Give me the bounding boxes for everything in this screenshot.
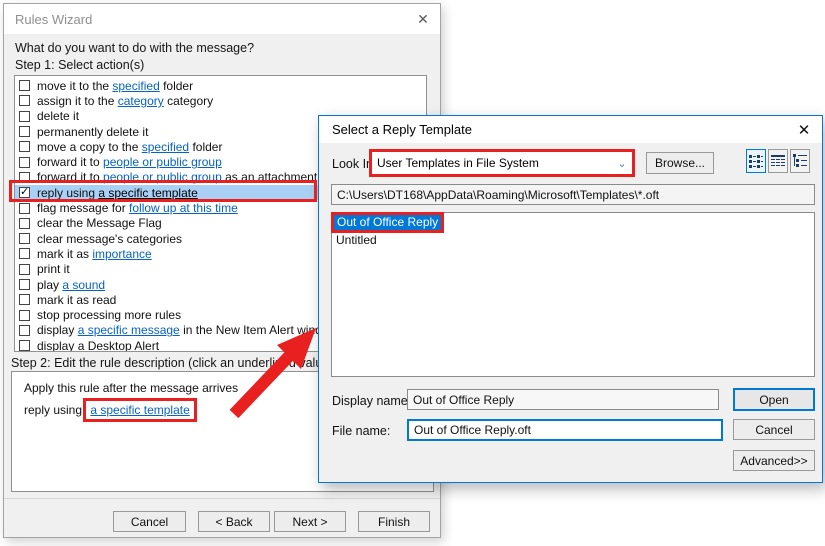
action-link[interactable]: category (118, 94, 164, 108)
rules-wizard-title: Rules Wizard (4, 12, 406, 27)
action-link[interactable]: a sound (62, 278, 105, 292)
action-label: permanently delete it (37, 125, 148, 139)
step1-label: Step 1: Select action(s) (15, 58, 144, 72)
action-label: clear the Message Flag (37, 216, 162, 230)
action-link[interactable]: a specific template (98, 186, 197, 200)
action-link[interactable]: importance (92, 247, 151, 261)
display-name-label: Display name: (332, 394, 411, 408)
checkbox[interactable] (19, 279, 30, 290)
highlight-box-template-item: Out of Office Reply (331, 212, 444, 233)
action-label: reply using a specific template (37, 186, 198, 200)
checkbox[interactable] (19, 233, 30, 244)
close-icon[interactable]: ✕ (406, 5, 440, 33)
action-label: display a specific message in the New It… (37, 323, 337, 337)
action-label: delete it (37, 109, 79, 123)
action-label: move a copy to the specified folder (37, 140, 222, 154)
chevron-down-icon[interactable]: ⌄ (612, 157, 632, 170)
action-link[interactable]: people or public group (103, 155, 222, 169)
button-separator (4, 498, 440, 499)
file-name-label: File name: (332, 424, 390, 438)
action-label: mark it as read (37, 293, 116, 307)
action-item[interactable]: move it to the specified folder (15, 78, 426, 93)
details-view-button[interactable] (768, 149, 788, 173)
checkbox[interactable]: ✓ (19, 187, 30, 198)
checkbox[interactable] (19, 294, 30, 305)
action-link[interactable]: specified (142, 140, 189, 154)
open-button[interactable]: Open (733, 388, 815, 411)
finish-button[interactable]: Finish (358, 511, 430, 532)
template-item[interactable]: Untitled (333, 233, 814, 248)
file-name-input[interactable] (407, 419, 723, 441)
action-label: flag message for follow up at this time (37, 201, 238, 215)
action-link[interactable]: follow up at this time (129, 201, 238, 215)
template-list[interactable]: Out of Office Reply Untitled (331, 212, 815, 377)
action-label: move it to the specified folder (37, 79, 193, 93)
checkbox[interactable] (19, 203, 30, 214)
wizard-question-label: What do you want to do with the message? (15, 41, 254, 55)
checkbox[interactable] (19, 340, 30, 351)
action-link[interactable]: a specific message (78, 323, 180, 337)
action-label: assign it to the category category (37, 94, 213, 108)
template-item[interactable]: Out of Office Reply (334, 215, 441, 230)
checkbox[interactable] (19, 80, 30, 91)
action-label: forward it to people or public group (37, 155, 222, 169)
highlight-box-template-link: a specific template (83, 398, 196, 422)
template-path-field: C:\Users\DT168\AppData\Roaming\Microsoft… (331, 184, 815, 205)
back-button[interactable]: < Back (198, 511, 270, 532)
action-label: mark it as importance (37, 247, 152, 261)
action-label: play a sound (37, 278, 105, 292)
advanced-button[interactable]: Advanced>> (733, 450, 815, 471)
rules-wizard-titlebar: Rules Wizard ✕ (4, 4, 440, 34)
icons-view-icon (749, 154, 763, 168)
action-label: display a Desktop Alert (37, 339, 159, 352)
tree-view-icon (793, 154, 807, 168)
display-name-field[interactable]: Out of Office Reply (407, 389, 719, 410)
action-label: stop processing more rules (37, 308, 181, 322)
checkbox[interactable] (19, 218, 30, 229)
next-button[interactable]: Next > (274, 511, 346, 532)
tree-view-button[interactable] (790, 149, 810, 173)
cancel-button[interactable]: Cancel (733, 419, 815, 440)
browse-button[interactable]: Browse... (646, 152, 714, 174)
step2-label: Step 2: Edit the rule description (click… (11, 356, 333, 370)
look-in-value: User Templates in File System (372, 156, 612, 170)
rule-description-prefix: reply using (24, 403, 85, 417)
checkbox[interactable] (19, 141, 30, 152)
action-item[interactable]: assign it to the category category (15, 93, 426, 108)
action-label: print it (37, 262, 70, 276)
icons-view-button[interactable] (746, 149, 766, 173)
action-link[interactable]: people or public group (103, 170, 222, 184)
select-template-dialog: Select a Reply Template ✕ Look In: User … (318, 115, 823, 483)
checkbox[interactable] (19, 248, 30, 259)
close-icon[interactable]: ✕ (786, 117, 822, 143)
action-label: forward it to people or public group as … (37, 170, 317, 184)
select-template-title: Select a Reply Template (319, 122, 786, 137)
checkbox[interactable] (19, 325, 30, 336)
checkbox[interactable] (19, 126, 30, 137)
highlight-box-look-in: User Templates in File System ⌄ (369, 149, 635, 177)
checkbox[interactable] (19, 310, 30, 321)
action-label: clear message's categories (37, 232, 182, 246)
specific-template-link[interactable]: a specific template (90, 403, 189, 417)
select-template-titlebar: Select a Reply Template ✕ (319, 116, 822, 143)
cancel-button[interactable]: Cancel (113, 511, 186, 532)
checkbox[interactable] (19, 264, 30, 275)
checkbox[interactable] (19, 95, 30, 106)
checkbox[interactable] (19, 111, 30, 122)
checkbox[interactable] (19, 157, 30, 168)
checkbox[interactable] (19, 172, 30, 183)
details-view-icon (771, 154, 785, 168)
look-in-dropdown[interactable]: User Templates in File System ⌄ (372, 152, 632, 174)
action-link[interactable]: specified (112, 79, 159, 93)
